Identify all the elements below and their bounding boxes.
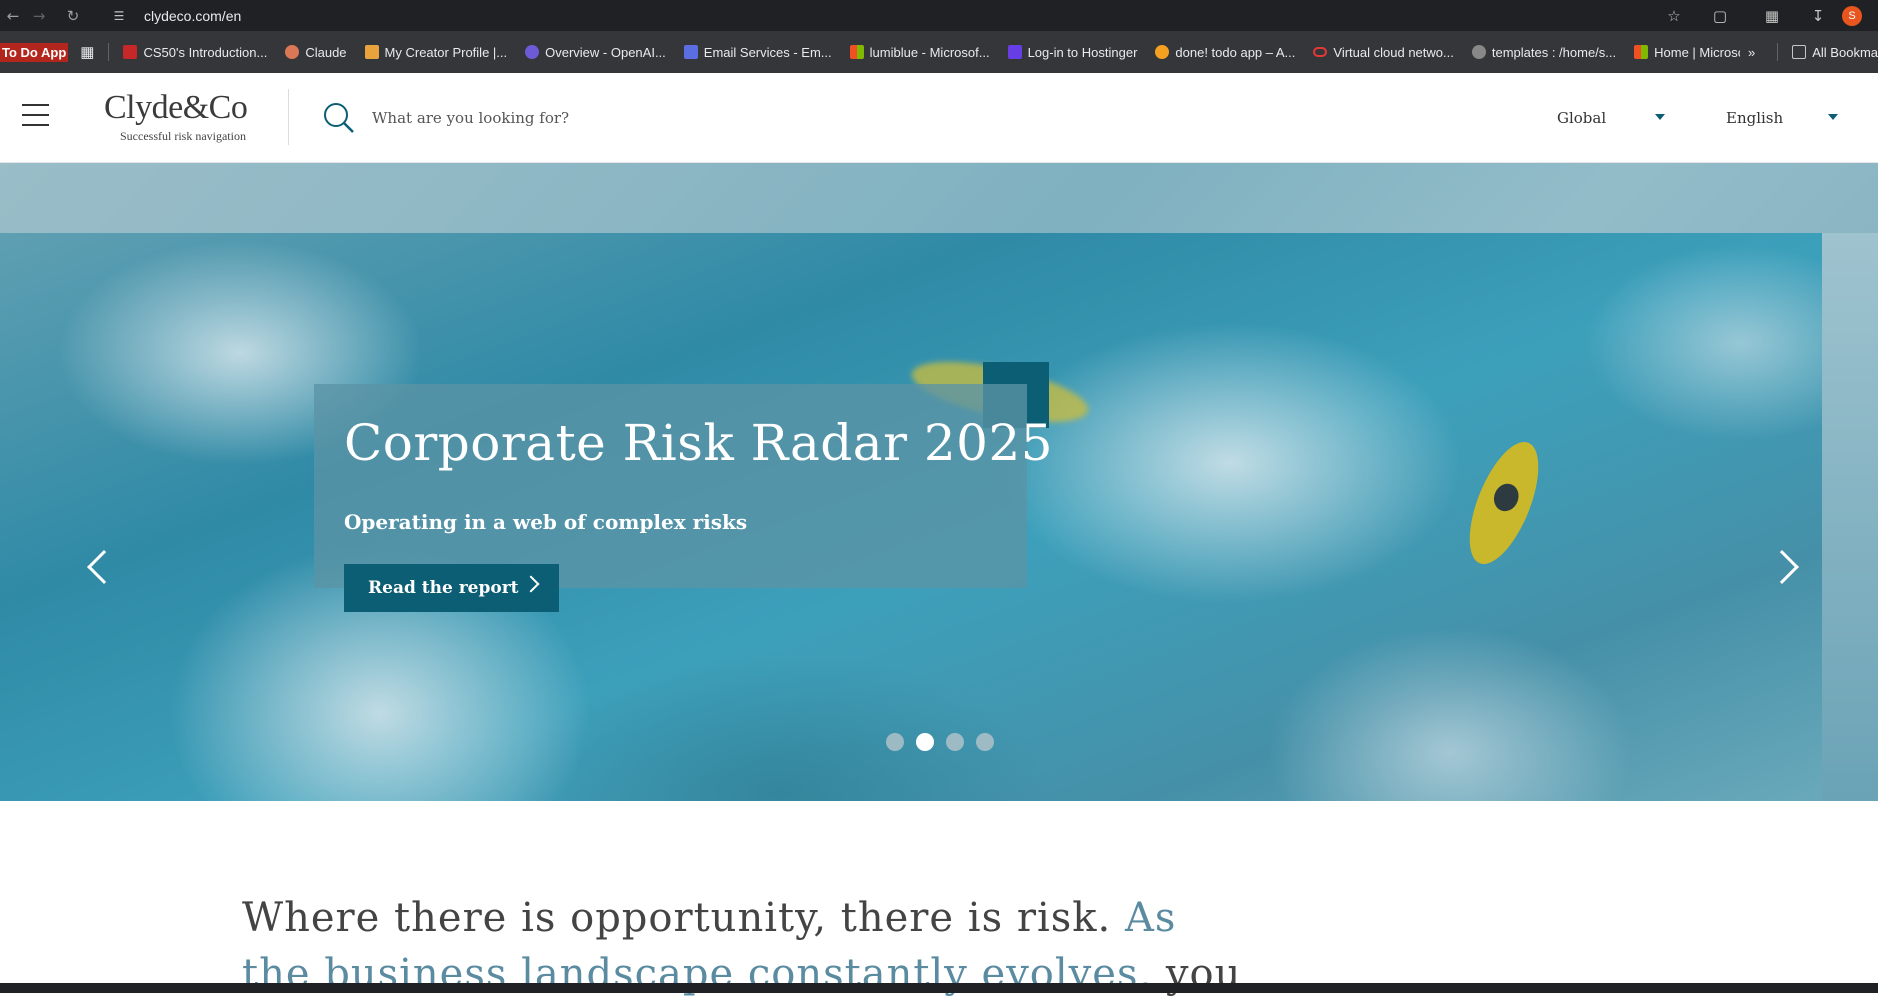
carousel-dot[interactable] [976,733,994,751]
favicon-icon [285,45,300,59]
favicon-icon [364,45,379,59]
profile-avatar[interactable]: S [1842,5,1862,26]
apps-grid-icon[interactable]: ▦ [80,43,94,61]
logo-tagline: Successful risk navigation [120,129,246,143]
chevron-right-icon [522,575,540,593]
download-icon[interactable]: ↧ [1798,0,1838,31]
intro-line-2: the business landscape constantly evolve… [242,951,1242,997]
favicon-icon [1313,47,1328,57]
browser-toolbar: ← → ↻ ☰ clydeco.com/en ☆ ▢ ▦ ↧ S [0,0,1878,31]
read-report-button[interactable]: Read the report [344,564,559,612]
favicon-icon [123,45,138,59]
bookmark-item[interactable]: To Do App [0,42,69,62]
address-bar[interactable]: ☰ clydeco.com/en [108,3,1668,28]
reload-icon[interactable]: ↻ [60,0,86,31]
read-report-label: Read the report [368,578,519,598]
hero-subtitle: Operating in a web of complex risks [344,510,748,534]
favicon-icon [1007,45,1022,59]
region-value: Global [1557,109,1607,127]
language-select[interactable]: English [1726,104,1846,132]
bookmark-item[interactable]: Virtual cloud netwo... [1313,45,1454,60]
extensions-icon[interactable]: ▢ [1694,0,1746,31]
carousel-dot[interactable] [946,733,964,751]
intro-line-1: Where there is opportunity, there is ris… [242,895,1177,941]
search-icon[interactable] [322,101,356,135]
hero-title: Corporate Risk Radar 2025 [344,414,1054,472]
forward-icon[interactable]: → [26,0,52,31]
search-input[interactable] [372,103,792,133]
bookmark-item[interactable]: lumiblue - Microsof... [849,45,990,60]
logo[interactable]: Clyde&Co Successful risk navigation [104,89,259,144]
bookmark-item[interactable]: done! todo app – A... [1155,45,1295,60]
bookmark-item[interactable]: Email Services - Em... [683,45,832,60]
region-select[interactable]: Global [1557,104,1667,132]
microsoft-icon [1634,45,1649,59]
hero-card: Corporate Risk Radar 2025 Operating in a… [314,384,1053,588]
chevron-down-icon [1828,114,1838,120]
carousel-dot[interactable] [886,733,904,751]
url-text[interactable]: clydeco.com/en [144,8,241,24]
favicon-icon [683,45,698,59]
favicon-icon [1471,45,1486,59]
favicon-icon [525,45,540,59]
carousel-dots [886,733,1006,751]
language-value: English [1726,109,1784,127]
window-bottom-edge [0,983,1878,993]
bookmark-item[interactable]: My Creator Profile |... [364,45,507,60]
site-header: Clyde&Co Successful risk navigation Glob… [0,73,1878,163]
bookmark-star-icon[interactable]: ☆ [1654,0,1694,31]
bookmark-item[interactable]: Overview - OpenAI... [525,45,666,60]
favicon-icon [1155,45,1170,59]
microsoft-icon [849,45,864,59]
bookmarks-separator [108,43,110,61]
bookmarks-separator [1777,43,1779,61]
site-info-icon[interactable]: ☰ [108,5,130,27]
header-divider [288,89,289,145]
bookmark-item[interactable]: templates : /home/s... [1471,45,1616,60]
bookmark-item[interactable]: CS50's Introduction... [123,45,267,60]
logo-wordmark: Clyde&Co [104,89,248,126]
more-bookmarks-icon[interactable]: » [1748,45,1755,60]
folder-icon [1792,45,1807,59]
hero-next-slide-peek [1822,233,1878,801]
hero-carousel: Corporate Risk Radar 2025 Operating in a… [0,163,1878,801]
hero-top-band [0,163,1878,233]
bookmark-item[interactable]: Log-in to Hostinger [1007,45,1137,60]
all-bookmarks[interactable]: All Bookma [1792,45,1878,60]
chevron-down-icon [1655,114,1665,120]
carousel-dot-active[interactable] [916,733,934,751]
bookmarks-bar: To Do App ▦ CS50's Introduction... Claud… [0,31,1878,73]
tab-search-icon[interactable]: ▦ [1746,0,1798,31]
back-icon[interactable]: ← [0,0,26,31]
bookmark-item[interactable]: Claude [285,45,347,60]
menu-icon[interactable] [22,104,49,126]
